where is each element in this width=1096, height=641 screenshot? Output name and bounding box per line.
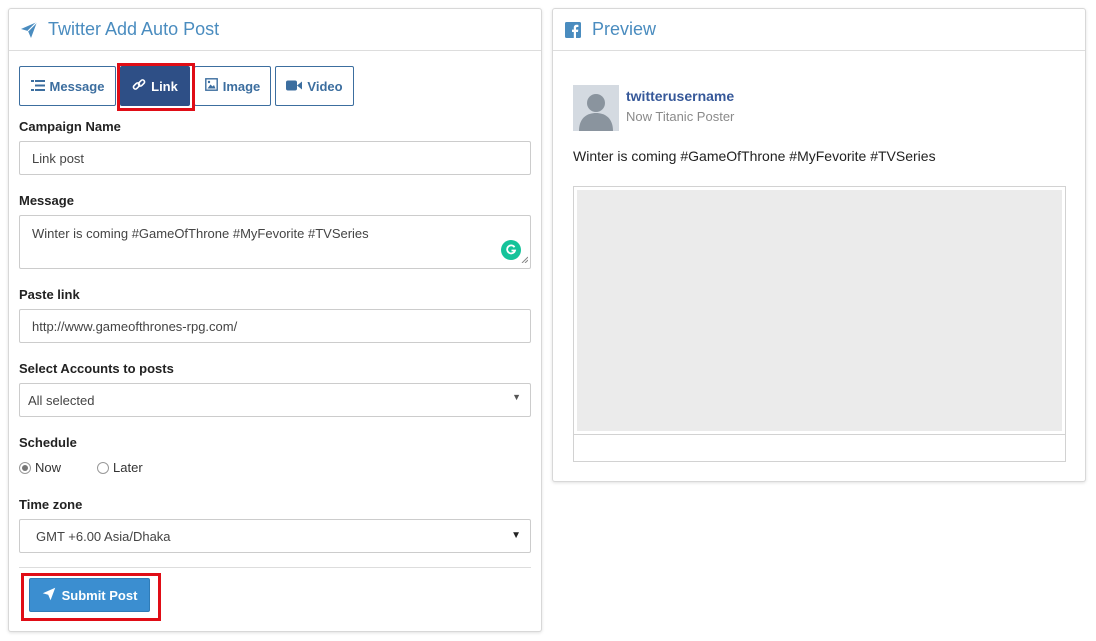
schedule-now-radio[interactable]	[19, 461, 31, 474]
tab-link[interactable]: Link	[120, 66, 190, 106]
link-preview-card	[573, 186, 1066, 462]
schedule-later-label[interactable]: Later	[113, 460, 143, 475]
panel-header: Twitter Add Auto Post	[9, 9, 541, 51]
accounts-label: Select Accounts to posts	[19, 361, 174, 376]
resize-handle-icon[interactable]	[521, 251, 529, 266]
preview-title: Preview	[592, 19, 657, 39]
paper-plane-icon	[19, 20, 39, 40]
caret-down-icon: ▼	[512, 392, 521, 402]
preview-message: Winter is coming #GameOfThrone #MyFevori…	[573, 148, 936, 164]
tab-video-label: Video	[307, 78, 343, 94]
tab-image-label: Image	[222, 78, 261, 94]
schedule-later-radio[interactable]	[97, 461, 110, 474]
message-value: Winter is coming #GameOfThrone #MyFevori…	[32, 226, 369, 241]
timezone-label: Time zone	[19, 497, 83, 512]
campaign-name-label: Campaign Name	[19, 119, 121, 134]
preview-header: Preview	[553, 9, 1085, 51]
panel-title: Twitter Add Auto Post	[48, 19, 220, 39]
timezone-select[interactable]: GMT +6.00 Asia/Dhaka ▼	[19, 519, 531, 553]
schedule-label: Schedule	[19, 435, 77, 450]
submit-post-button[interactable]: Submit Post	[29, 578, 150, 612]
image-icon	[204, 78, 223, 94]
video-icon	[286, 79, 307, 94]
list-icon	[30, 79, 50, 94]
grammarly-icon[interactable]	[501, 240, 521, 260]
form-divider	[19, 567, 531, 568]
schedule-now-label[interactable]: Now	[35, 460, 61, 475]
paste-link-input[interactable]: http://www.gameofthrones-rpg.com/	[19, 309, 531, 343]
link-preview-image	[577, 190, 1062, 431]
tab-image[interactable]: Image	[194, 66, 271, 106]
tab-message-label: Message	[49, 78, 105, 94]
paste-link-value: http://www.gameofthrones-rpg.com/	[32, 318, 238, 334]
post-type-tabs: Message Link Image Video	[19, 66, 358, 106]
tab-message[interactable]: Message	[19, 66, 116, 106]
accounts-value: All selected	[28, 392, 95, 408]
campaign-name-value: Link post	[32, 150, 85, 166]
campaign-name-input[interactable]: Link post	[19, 141, 531, 175]
caret-down-icon: ▼	[511, 530, 521, 541]
paper-plane-icon	[42, 587, 62, 604]
submit-post-label: Submit Post	[61, 587, 138, 603]
timezone-value: GMT +6.00 Asia/Dhaka	[36, 528, 171, 544]
accounts-select[interactable]: All selected ▼	[19, 383, 531, 417]
message-label: Message	[19, 193, 74, 208]
avatar	[573, 85, 619, 131]
schedule-radio-group: Now Later	[19, 460, 143, 475]
preview-panel: Preview twitterusername Now Titanic Post…	[552, 8, 1086, 482]
link-icon	[132, 78, 151, 95]
message-textarea[interactable]: Winter is coming #GameOfThrone #MyFevori…	[19, 215, 531, 269]
link-preview-divider	[574, 434, 1065, 435]
twitter-add-post-panel: Twitter Add Auto Post Message Link Image…	[8, 8, 542, 632]
paste-link-label: Paste link	[19, 287, 80, 302]
tab-link-label: Link	[151, 78, 178, 94]
preview-subline: Now Titanic Poster	[626, 109, 735, 124]
preview-username[interactable]: twitterusername	[626, 88, 734, 104]
facebook-icon	[563, 20, 583, 40]
tab-video[interactable]: Video	[275, 66, 354, 106]
